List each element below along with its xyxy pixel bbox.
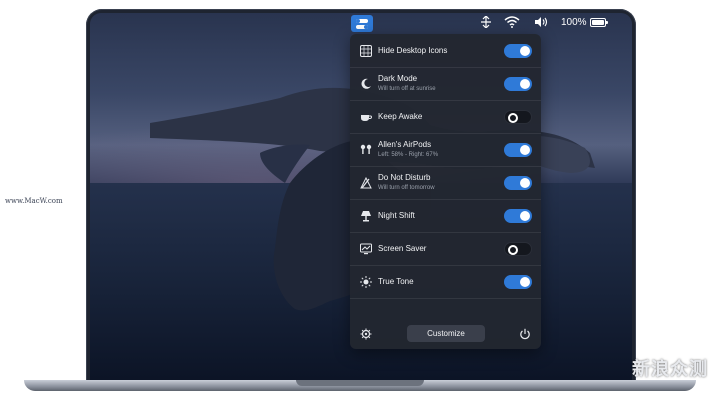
keep-awake-switch[interactable]: [504, 109, 532, 124]
true-tone-switch[interactable]: [504, 274, 532, 289]
toggle-row-dark-mode[interactable]: Dark Mode Will turn off at sunrise: [350, 67, 541, 101]
desktop-screen: 100% Hide Desktop Icons Dark Mode Will t…: [90, 13, 632, 380]
toggle-row-do-not-disturb[interactable]: Do Not Disturb Will turn off tomorrow: [350, 166, 541, 200]
toggle-row-screen-saver[interactable]: Screen Saver: [350, 232, 541, 266]
hide-desktop-icons-switch[interactable]: [504, 43, 532, 58]
toggle-label: Dark Mode: [378, 74, 418, 83]
toggle-label: Night Shift: [378, 211, 415, 220]
night-shift-switch[interactable]: [504, 208, 532, 223]
panel-footer: Customize: [350, 321, 541, 349]
screen-saver-switch[interactable]: [504, 241, 532, 256]
watermark-right: 新浪众测: [632, 359, 708, 379]
power-icon[interactable]: [519, 328, 531, 340]
toggle-label: Hide Desktop Icons: [378, 46, 448, 55]
volume-icon[interactable]: [534, 16, 548, 32]
watermark-left: www.MacW.com: [4, 197, 64, 205]
toggle-subtitle: Left: 58% - Right: 67%: [378, 152, 439, 158]
toggle-subtitle: Will turn off tomorrow: [378, 185, 435, 191]
toggle-row-keep-awake[interactable]: Keep Awake: [350, 100, 541, 134]
airdrop-icon[interactable]: [481, 15, 491, 32]
dark-mode-switch[interactable]: [504, 76, 532, 91]
toggle-label: Do Not Disturb: [378, 173, 431, 182]
do-not-disturb-switch[interactable]: [504, 175, 532, 190]
screen-saver-icon: [360, 243, 372, 255]
coffee-cup-icon: [360, 111, 372, 123]
airpods-icon: [360, 144, 372, 156]
toggle-label: Keep Awake: [378, 112, 423, 121]
grid-icon: [360, 44, 372, 57]
laptop-notch: [296, 380, 424, 386]
battery-icon[interactable]: [590, 18, 608, 27]
toggle-row-hide-desktop-icons[interactable]: Hide Desktop Icons: [350, 34, 541, 68]
toggles-icon[interactable]: [351, 15, 373, 32]
toggle-row-true-tone[interactable]: True Tone: [350, 265, 541, 299]
airpods-switch[interactable]: [504, 142, 532, 157]
toggle-subtitle: Will turn off at sunrise: [378, 86, 436, 92]
night-shift-lamp-icon: [360, 210, 372, 222]
toggle-row-night-shift[interactable]: Night Shift: [350, 199, 541, 233]
do-not-disturb-icon: [360, 176, 372, 189]
wifi-icon[interactable]: [504, 16, 520, 32]
battery-percent: 100%: [561, 17, 587, 28]
toggle-row-airpods[interactable]: Allen's AirPods Left: 58% - Right: 67%: [350, 133, 541, 167]
toggle-label: Allen's AirPods: [378, 140, 432, 149]
customize-button[interactable]: Customize: [407, 325, 485, 342]
gear-icon[interactable]: [360, 328, 372, 340]
menu-bar: 100%: [90, 13, 632, 33]
moon-icon: [360, 78, 372, 90]
toggle-label: Screen Saver: [378, 244, 427, 253]
toggles-panel: Hide Desktop Icons Dark Mode Will turn o…: [350, 34, 541, 349]
toggle-label: True Tone: [378, 277, 414, 286]
sun-icon: [360, 275, 372, 288]
